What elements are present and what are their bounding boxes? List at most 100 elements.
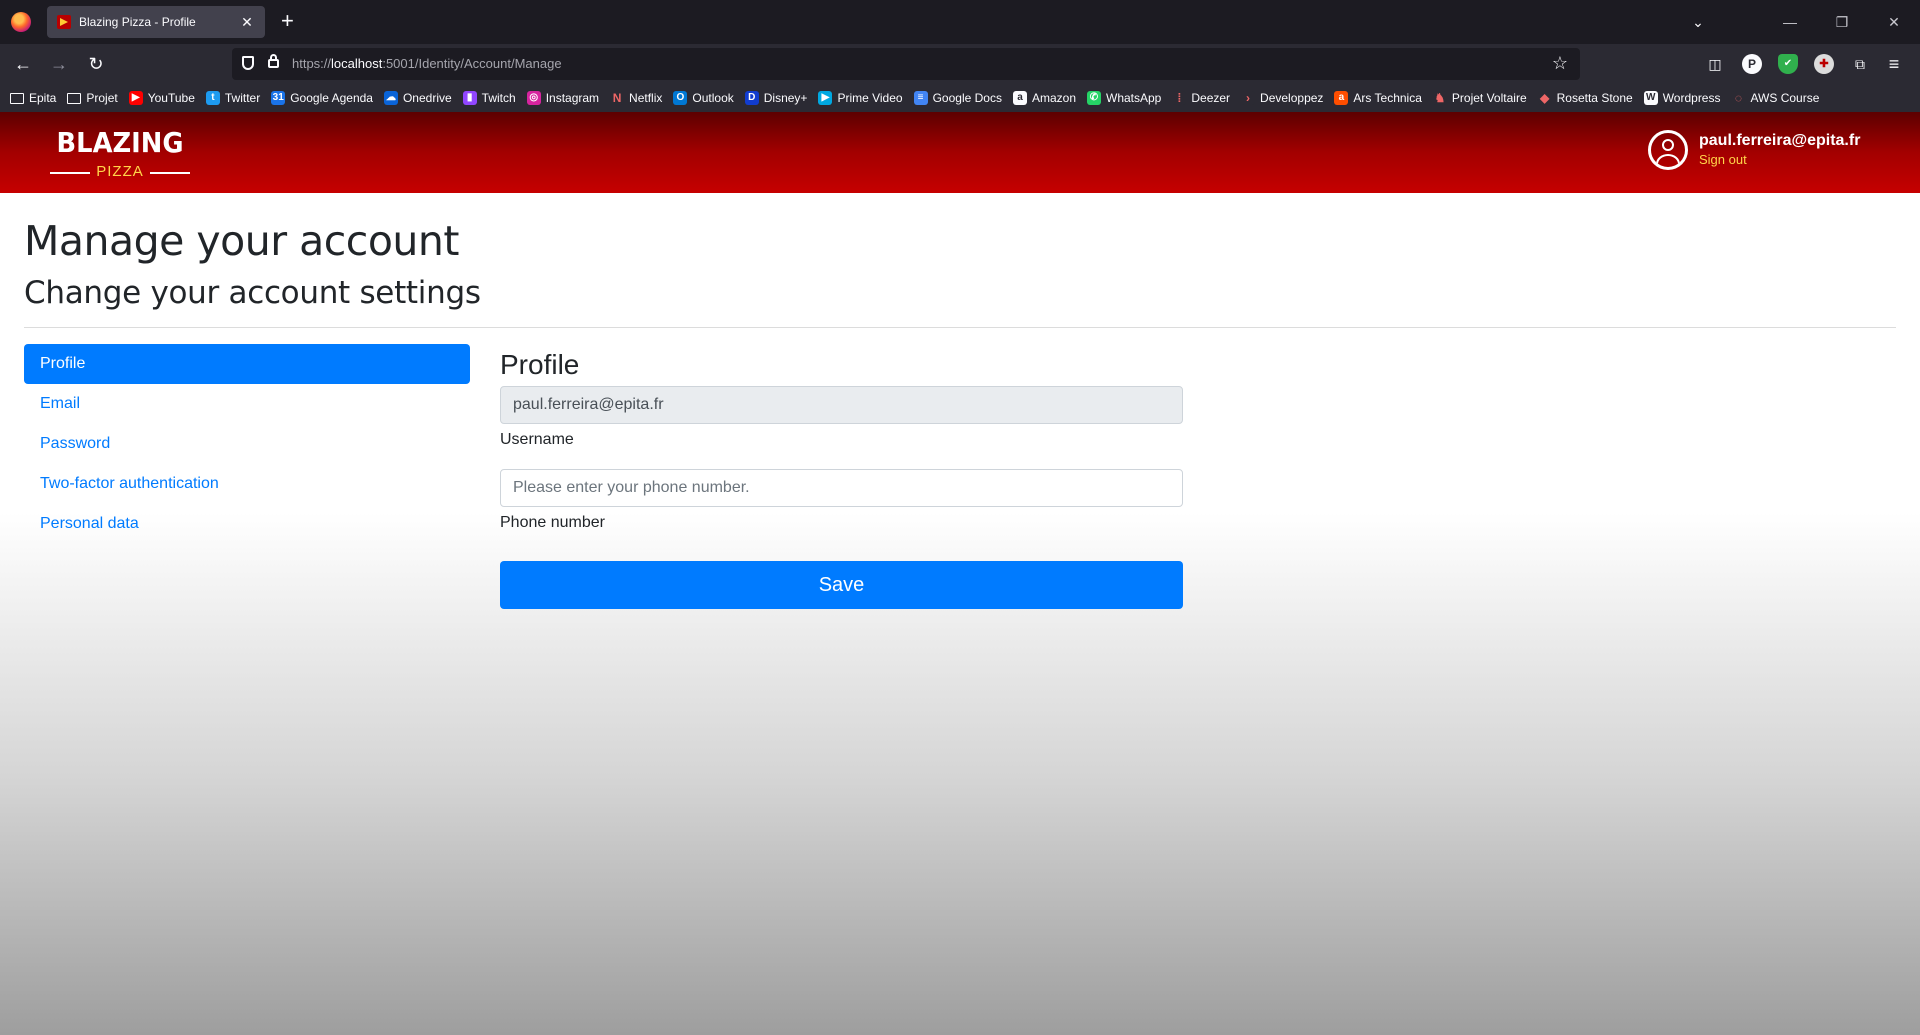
close-tab-icon[interactable]: ✕ <box>239 14 255 31</box>
username-label: Username <box>500 431 574 448</box>
bookmark-label: WhatsApp <box>1106 91 1162 105</box>
bookmark-label: Outlook <box>692 91 734 105</box>
twitch-icon: ▮ <box>462 91 477 105</box>
logo-divider <box>150 172 190 174</box>
wordpress-icon: W <box>1643 91 1658 105</box>
bookmark-label: Wordpress <box>1662 91 1721 105</box>
bookmark-ars-technica[interactable]: a Ars Technica <box>1334 91 1422 105</box>
sidebar-item-email[interactable]: Email <box>24 384 470 424</box>
bookmark-aws-course[interactable]: ◌ AWS Course <box>1731 91 1819 105</box>
bookmark-label: Deezer <box>1191 91 1231 105</box>
tracking-protection-icon[interactable] <box>242 56 254 70</box>
bookmark-google-docs[interactable]: ≡ Google Docs <box>913 91 1002 105</box>
tab-list-icon[interactable]: ⌄ <box>1672 14 1724 31</box>
rosetta-stone-icon: ◆ <box>1537 91 1552 105</box>
bookmark-whatsapp[interactable]: ✆ WhatsApp <box>1087 91 1161 105</box>
close-window-icon[interactable]: ✕ <box>1868 14 1920 31</box>
twitter-icon: t <box>205 91 220 105</box>
bookmark-deezer[interactable]: ⁞ Deezer <box>1172 91 1230 105</box>
bookmark-instagram[interactable]: ◎ Instagram <box>526 91 600 105</box>
extension-shield-icon[interactable]: ✔ <box>1778 54 1798 74</box>
netflix-icon: N <box>610 91 625 105</box>
phone-number-label: Phone number <box>500 514 605 531</box>
bookmark-projet-voltaire[interactable]: ♞ Projet Voltaire <box>1432 91 1527 105</box>
bookmark-youtube[interactable]: ▶ YouTube <box>128 91 195 105</box>
google-agenda-icon: 31 <box>271 91 286 105</box>
bookmark-label: Amazon <box>1031 91 1076 105</box>
bookmark-label: Instagram <box>545 91 600 105</box>
blazing-pizza-logo[interactable]: BLAZING PIZZA <box>48 126 192 182</box>
instagram-icon: ◎ <box>526 91 541 105</box>
bookmark-projet[interactable]: Projet <box>67 91 118 105</box>
bookmark-netflix[interactable]: N Netflix <box>610 91 662 105</box>
browser-tab-bar: Blazing Pizza - Profile ✕ + ⌄ — ❐ ✕ <box>0 0 1920 44</box>
sidebar-item-profile[interactable]: Profile <box>24 344 470 384</box>
bookmark-outlook[interactable]: O Outlook <box>673 91 734 105</box>
bookmark-label: Developpez <box>1260 91 1324 105</box>
bookmark-label: Onedrive <box>402 91 452 105</box>
bookmark-amazon[interactable]: a Amazon <box>1012 91 1076 105</box>
bookmark-label: Google Docs <box>932 91 1002 105</box>
firefox-icon[interactable] <box>11 12 31 32</box>
bookmark-twitch[interactable]: ▮ Twitch <box>462 91 516 105</box>
bookmark-label: Ars Technica <box>1353 91 1422 105</box>
bookmark-label: YouTube <box>147 91 195 105</box>
bookmark-rosetta-stone[interactable]: ◆ Rosetta Stone <box>1537 91 1633 105</box>
bookmark-label: Rosetta Stone <box>1556 91 1633 105</box>
bookmarks-bar: Epita Projet ▶ YouTube t Twitter 31 Google Agen… <box>0 84 1920 112</box>
prime-video-icon: ▶ <box>818 91 833 105</box>
projet-voltaire-icon: ♞ <box>1432 91 1447 105</box>
username-field[interactable] <box>500 386 1183 424</box>
account-sidebar: Profile Email Password Two-factor authen… <box>24 344 470 544</box>
bookmark-label: Netflix <box>629 91 663 105</box>
blazing-pizza-favicon-icon <box>57 15 71 29</box>
extension-globe-icon[interactable]: ✚ <box>1814 54 1834 74</box>
extension-p-icon[interactable]: P <box>1742 54 1762 74</box>
bookmark-epita[interactable]: Epita <box>10 91 56 105</box>
bookmark-developpez[interactable]: › Developpez <box>1241 91 1323 105</box>
logo-main-text: BLAZING <box>56 126 184 159</box>
divider <box>24 327 1896 328</box>
reload-icon[interactable]: ↻ <box>84 52 108 76</box>
sidebar-item-password[interactable]: Password <box>24 424 470 464</box>
bookmark-label: Projet <box>86 91 118 105</box>
deezer-icon: ⁞ <box>1172 91 1187 105</box>
folder-icon <box>10 92 24 104</box>
browser-tab[interactable]: Blazing Pizza - Profile ✕ <box>47 6 265 38</box>
pocket-icon[interactable]: ◫ <box>1705 54 1725 74</box>
back-icon[interactable]: ← <box>11 52 35 76</box>
google-docs-icon: ≡ <box>913 91 928 105</box>
sidebar-item-personal-data[interactable]: Personal data <box>24 504 470 544</box>
bookmark-onedrive[interactable]: ☁ Onedrive <box>383 91 452 105</box>
user-avatar-icon <box>1648 130 1688 170</box>
forward-icon[interactable]: → <box>47 52 71 76</box>
save-button[interactable]: Save <box>500 561 1183 609</box>
bookmark-prime-video[interactable]: ▶ Prime Video <box>818 91 903 105</box>
lock-icon[interactable] <box>268 54 279 68</box>
phone-number-field[interactable] <box>500 469 1183 507</box>
new-tab-icon[interactable]: + <box>281 9 294 33</box>
restore-icon[interactable]: ❐ <box>1816 14 1868 31</box>
extensions-puzzle-icon[interactable]: ⧉ <box>1850 54 1870 74</box>
sign-out-link[interactable]: Sign out <box>1699 152 1860 167</box>
minimize-icon[interactable]: — <box>1764 14 1816 30</box>
bookmark-star-icon[interactable]: ☆ <box>1552 53 1568 74</box>
url-bar[interactable]: https://localhost:5001/Identity/Account/… <box>232 48 1580 80</box>
page-subtitle: Change your account settings <box>24 275 481 311</box>
aws-icon: ◌ <box>1731 91 1746 105</box>
bookmark-label: Google Agenda <box>290 91 373 105</box>
bookmark-google-agenda[interactable]: 31 Google Agenda <box>271 91 373 105</box>
user-info: paul.ferreira@epita.fr Sign out <box>1648 130 1860 170</box>
sidebar-item-two-factor[interactable]: Two-factor authentication <box>24 464 470 504</box>
section-title: Profile <box>500 349 580 380</box>
bookmark-wordpress[interactable]: W Wordpress <box>1643 91 1721 105</box>
app-header: BLAZING PIZZA paul.ferreira@epita.fr Sig… <box>0 112 1920 193</box>
bookmark-label: AWS Course <box>1750 91 1820 105</box>
url-text[interactable]: https://localhost:5001/Identity/Account/… <box>292 56 562 71</box>
ars-technica-icon: a <box>1334 91 1349 105</box>
user-email: paul.ferreira@epita.fr <box>1699 132 1861 149</box>
whatsapp-icon: ✆ <box>1087 91 1101 105</box>
bookmark-disney-[interactable]: D Disney+ <box>744 91 807 105</box>
hamburger-menu-icon[interactable]: ≡ <box>1884 54 1904 74</box>
bookmark-twitter[interactable]: t Twitter <box>205 91 260 105</box>
